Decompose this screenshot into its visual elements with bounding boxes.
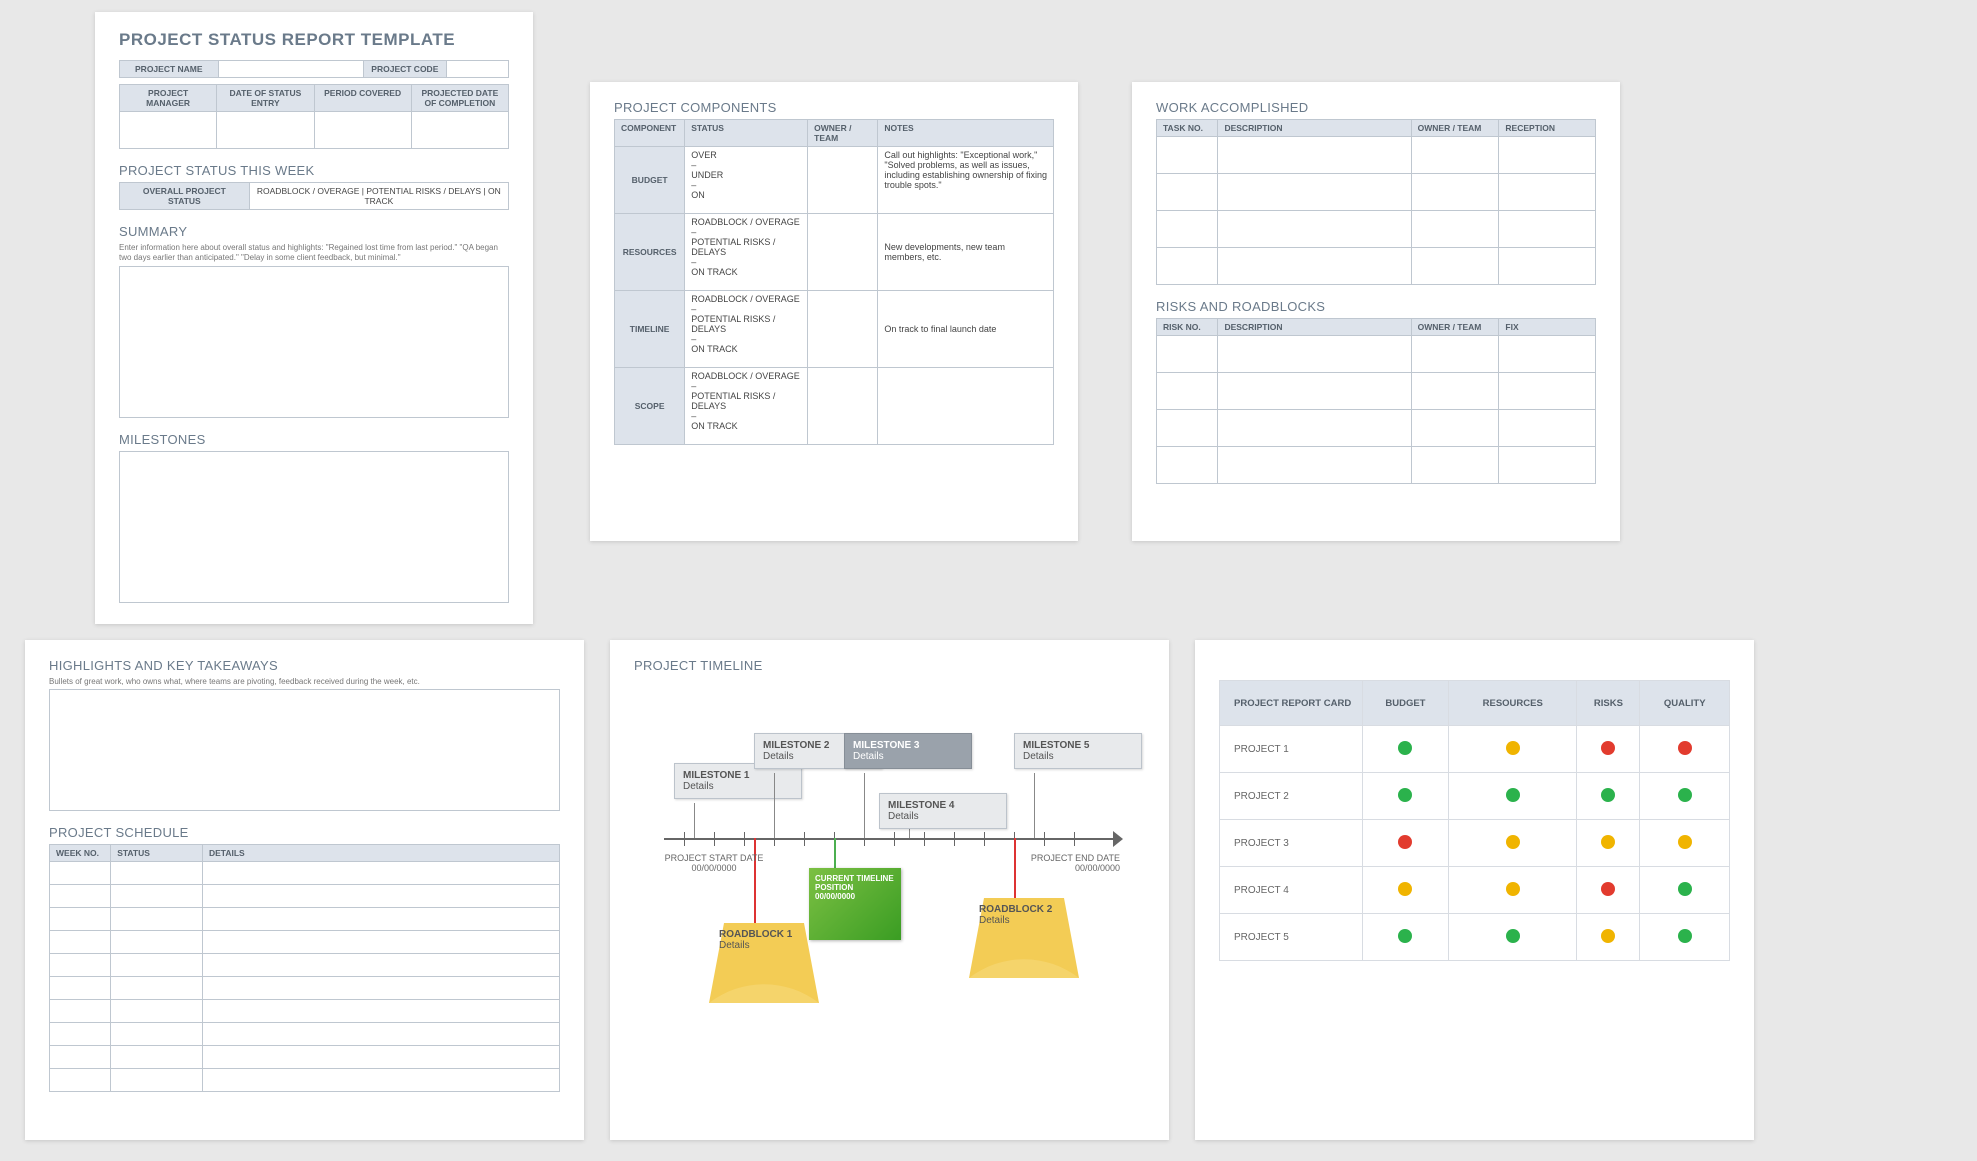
milestone-card: MILESTONE 3Details bbox=[844, 733, 972, 769]
status-dot-icon bbox=[1506, 788, 1520, 802]
page-status-report: PROJECT STATUS REPORT TEMPLATE PROJECT N… bbox=[95, 12, 533, 624]
status-dot-icon bbox=[1398, 882, 1412, 896]
page-components: PROJECT COMPONENTS COMPONENT STATUS OWNE… bbox=[590, 82, 1078, 541]
project-name-cell: PROJECT 3 bbox=[1220, 820, 1363, 867]
table-row: SCOPE ROADBLOCK / OVERAGE – POTENTIAL RI… bbox=[615, 368, 1054, 445]
status-dot-icon bbox=[1678, 835, 1692, 849]
timeline-start-label: PROJECT START DATE00/00/0000 bbox=[664, 853, 764, 873]
status-dot-icon bbox=[1398, 788, 1412, 802]
status-cell bbox=[1640, 914, 1730, 961]
project-name-cell: PROJECT 5 bbox=[1220, 914, 1363, 961]
table-row: PROJECT 4 bbox=[1220, 867, 1730, 914]
table-row: PROJECT 2 bbox=[1220, 773, 1730, 820]
section-components: PROJECT COMPONENTS bbox=[614, 100, 1054, 115]
project-name-cell: PROJECT 2 bbox=[1220, 773, 1363, 820]
status-dot-icon bbox=[1398, 741, 1412, 755]
status-dot-icon bbox=[1601, 741, 1615, 755]
table-row: PROJECT 3 bbox=[1220, 820, 1730, 867]
status-dot-icon bbox=[1398, 929, 1412, 943]
status-cell bbox=[1362, 820, 1448, 867]
report-card-table: PROJECT REPORT CARD BUDGET RESOURCES RIS… bbox=[1219, 680, 1730, 961]
section-timeline: PROJECT TIMELINE bbox=[634, 658, 1145, 673]
status-cell bbox=[1362, 914, 1448, 961]
status-dot-icon bbox=[1601, 929, 1615, 943]
work-table: TASK NO. DESCRIPTION OWNER / TEAM RECEPT… bbox=[1156, 119, 1596, 285]
section-summary: SUMMARY bbox=[119, 224, 509, 239]
milestone-card: MILESTONE 5Details bbox=[1014, 733, 1142, 769]
timeline-end-label: PROJECT END DATE00/00/0000 bbox=[1020, 853, 1120, 873]
highlights-note: Bullets of great work, who owns what, wh… bbox=[49, 677, 560, 687]
table-row: PROJECT 5 bbox=[1220, 914, 1730, 961]
status-cell bbox=[1449, 820, 1577, 867]
status-dot-icon bbox=[1506, 741, 1520, 755]
summary-box[interactable] bbox=[119, 266, 509, 418]
status-cell bbox=[1640, 726, 1730, 773]
section-highlights: HIGHLIGHTS AND KEY TAKEAWAYS bbox=[49, 658, 560, 673]
input-project-code[interactable] bbox=[446, 61, 508, 78]
table-row: PROJECT 1 bbox=[1220, 726, 1730, 773]
page-title: PROJECT STATUS REPORT TEMPLATE bbox=[119, 30, 509, 50]
section-schedule: PROJECT SCHEDULE bbox=[49, 825, 560, 840]
label-project-code: PROJECT CODE bbox=[363, 61, 446, 78]
status-cell bbox=[1640, 867, 1730, 914]
status-cell bbox=[1449, 914, 1577, 961]
milestone-card: MILESTONE 4Details bbox=[879, 793, 1007, 829]
status-dot-icon bbox=[1506, 835, 1520, 849]
status-cell bbox=[1577, 726, 1640, 773]
status-dot-icon bbox=[1398, 835, 1412, 849]
summary-note: Enter information here about overall sta… bbox=[119, 243, 509, 264]
id-table: PROJECT NAME PROJECT CODE bbox=[119, 60, 509, 78]
page-highlights-schedule: HIGHLIGHTS AND KEY TAKEAWAYS Bullets of … bbox=[25, 640, 584, 1140]
meta-table: PROJECT MANAGER DATE OF STATUS ENTRY PER… bbox=[119, 84, 509, 149]
section-milestones: MILESTONES bbox=[119, 432, 509, 447]
status-cell bbox=[1362, 726, 1448, 773]
table-row: BUDGET OVER – UNDER – ON Call out highli… bbox=[615, 147, 1054, 214]
page-work-risks: WORK ACCOMPLISHED TASK NO. DESCRIPTION O… bbox=[1132, 82, 1620, 541]
section-work: WORK ACCOMPLISHED bbox=[1156, 100, 1596, 115]
milestones-box[interactable] bbox=[119, 451, 509, 603]
section-status-week: PROJECT STATUS THIS WEEK bbox=[119, 163, 509, 178]
components-table: COMPONENT STATUS OWNER / TEAM NOTES BUDG… bbox=[614, 119, 1054, 445]
status-dot-icon bbox=[1601, 788, 1615, 802]
timeline-diagram: MILESTONE 1Details MILESTONE 2Details MI… bbox=[634, 693, 1145, 993]
status-cell bbox=[1362, 773, 1448, 820]
status-cell bbox=[1577, 914, 1640, 961]
table-row: RESOURCES ROADBLOCK / OVERAGE – POTENTIA… bbox=[615, 214, 1054, 291]
status-dot-icon bbox=[1678, 788, 1692, 802]
status-dot-icon bbox=[1506, 929, 1520, 943]
roadblock-card: ROADBLOCK 2Details bbox=[969, 898, 1079, 981]
status-cell bbox=[1449, 867, 1577, 914]
label-project-name: PROJECT NAME bbox=[120, 61, 219, 78]
status-cell bbox=[1449, 726, 1577, 773]
status-cell bbox=[1577, 820, 1640, 867]
current-position-note: CURRENT TIMELINE POSITION 00/00/0000 bbox=[809, 868, 901, 940]
status-cell bbox=[1640, 773, 1730, 820]
input-project-name[interactable] bbox=[218, 61, 363, 78]
table-row: TIMELINE ROADBLOCK / OVERAGE – POTENTIAL… bbox=[615, 291, 1054, 368]
status-cell bbox=[1577, 773, 1640, 820]
status-dot-icon bbox=[1678, 929, 1692, 943]
page-timeline: PROJECT TIMELINE MILESTONE 1Details MILE… bbox=[610, 640, 1169, 1140]
section-risks: RISKS AND ROADBLOCKS bbox=[1156, 299, 1596, 314]
status-dot-icon bbox=[1678, 741, 1692, 755]
project-name-cell: PROJECT 4 bbox=[1220, 867, 1363, 914]
status-dot-icon bbox=[1506, 882, 1520, 896]
status-dot-icon bbox=[1678, 882, 1692, 896]
risks-table: RISK NO. DESCRIPTION OWNER / TEAM FIX bbox=[1156, 318, 1596, 484]
status-table: OVERALL PROJECT STATUS ROADBLOCK / OVERA… bbox=[119, 182, 509, 210]
page-report-card: PROJECT REPORT CARD BUDGET RESOURCES RIS… bbox=[1195, 640, 1754, 1140]
roadblock-card: ROADBLOCK 1Details bbox=[709, 923, 819, 1006]
status-dot-icon bbox=[1601, 835, 1615, 849]
schedule-table: WEEK NO. STATUS DETAILS bbox=[49, 844, 560, 1092]
project-name-cell: PROJECT 1 bbox=[1220, 726, 1363, 773]
highlights-box[interactable] bbox=[49, 689, 560, 811]
status-dot-icon bbox=[1601, 882, 1615, 896]
status-cell bbox=[1577, 867, 1640, 914]
status-cell bbox=[1449, 773, 1577, 820]
status-cell bbox=[1362, 867, 1448, 914]
status-cell bbox=[1640, 820, 1730, 867]
